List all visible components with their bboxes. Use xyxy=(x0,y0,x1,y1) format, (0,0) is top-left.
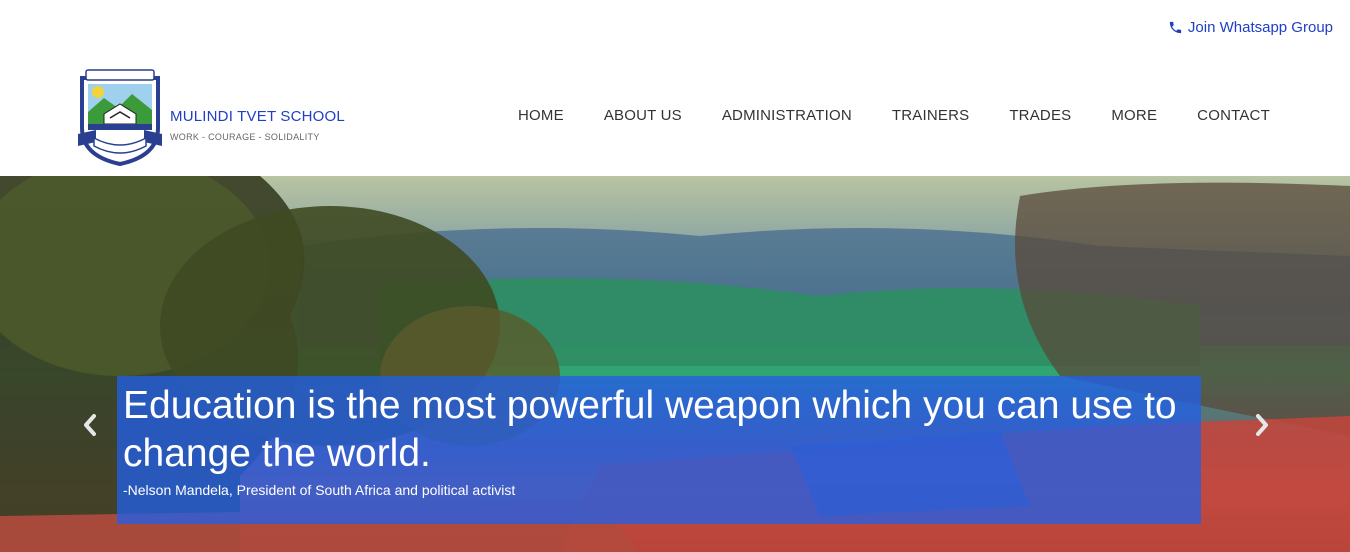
brand-block: MULINDI TVET SCHOOL WORK - COURAGE - SOL… xyxy=(170,108,345,142)
hero-carousel: Education is the most powerful weapon wh… xyxy=(0,176,1350,552)
whatsapp-link[interactable]: Join Whatsapp Group xyxy=(1168,19,1333,36)
nav-item-more[interactable]: MORE xyxy=(1091,107,1177,124)
chevron-left-icon xyxy=(84,414,96,436)
nav-item-about-us[interactable]: ABOUT US xyxy=(584,107,702,124)
hero-quote-author: -Nelson Mandela, President of South Afri… xyxy=(123,482,516,498)
school-motto: WORK - COURAGE - SOLIDALITY xyxy=(170,132,320,142)
whatsapp-label: Join Whatsapp Group xyxy=(1187,19,1333,36)
chevron-right-icon xyxy=(1256,414,1268,436)
nav-item-trades[interactable]: TRADES xyxy=(989,107,1091,124)
carousel-next-button[interactable] xyxy=(1248,412,1274,438)
site-header: MULINDI TVET SCHOOL WORK - COURAGE - SOL… xyxy=(0,58,1350,176)
nav-item-administration[interactable]: ADMINISTRATION xyxy=(702,107,872,124)
top-bar: Join Whatsapp Group xyxy=(0,0,1350,58)
hero-caption: Education is the most powerful weapon wh… xyxy=(117,376,1201,524)
main-nav: HOME ABOUT US ADMINISTRATION TRAINERS TR… xyxy=(498,107,1290,124)
phone-icon xyxy=(1169,21,1182,34)
nav-item-trainers[interactable]: TRAINERS xyxy=(872,107,989,124)
nav-item-contact[interactable]: CONTACT xyxy=(1177,107,1290,124)
school-name[interactable]: MULINDI TVET SCHOOL xyxy=(170,108,345,125)
hero-quote: Education is the most powerful weapon wh… xyxy=(123,384,1177,475)
carousel-prev-button[interactable] xyxy=(78,412,104,438)
nav-item-home[interactable]: HOME xyxy=(498,107,584,124)
school-logo[interactable] xyxy=(74,68,166,167)
